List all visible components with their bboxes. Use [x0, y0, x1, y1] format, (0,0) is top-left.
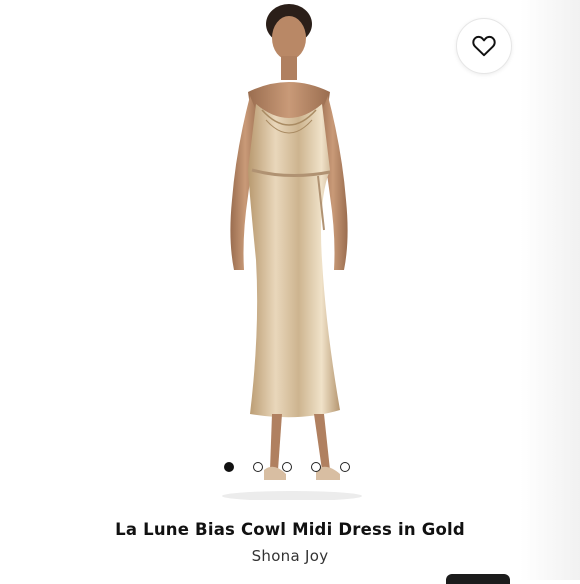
favorite-button[interactable] — [456, 18, 512, 74]
carousel-dot-2[interactable] — [253, 462, 263, 472]
carousel-dot-4[interactable] — [311, 462, 321, 472]
image-carousel-dots — [224, 460, 350, 474]
carousel-dot-5[interactable] — [340, 462, 350, 472]
model-photo — [222, 4, 362, 500]
carousel-dot-3[interactable] — [282, 462, 292, 472]
adjacent-panel-edge — [520, 0, 580, 580]
product-image[interactable] — [0, 0, 580, 500]
product-card: La Lune Bias Cowl Midi Dress in Gold Sho… — [0, 0, 580, 584]
bottom-tab-edge — [446, 574, 510, 584]
carousel-dot-1[interactable] — [224, 462, 234, 472]
product-title: La Lune Bias Cowl Midi Dress in Gold — [115, 520, 465, 539]
heart-outline-icon — [472, 35, 496, 57]
product-brand[interactable]: Shona Joy — [0, 547, 580, 565]
